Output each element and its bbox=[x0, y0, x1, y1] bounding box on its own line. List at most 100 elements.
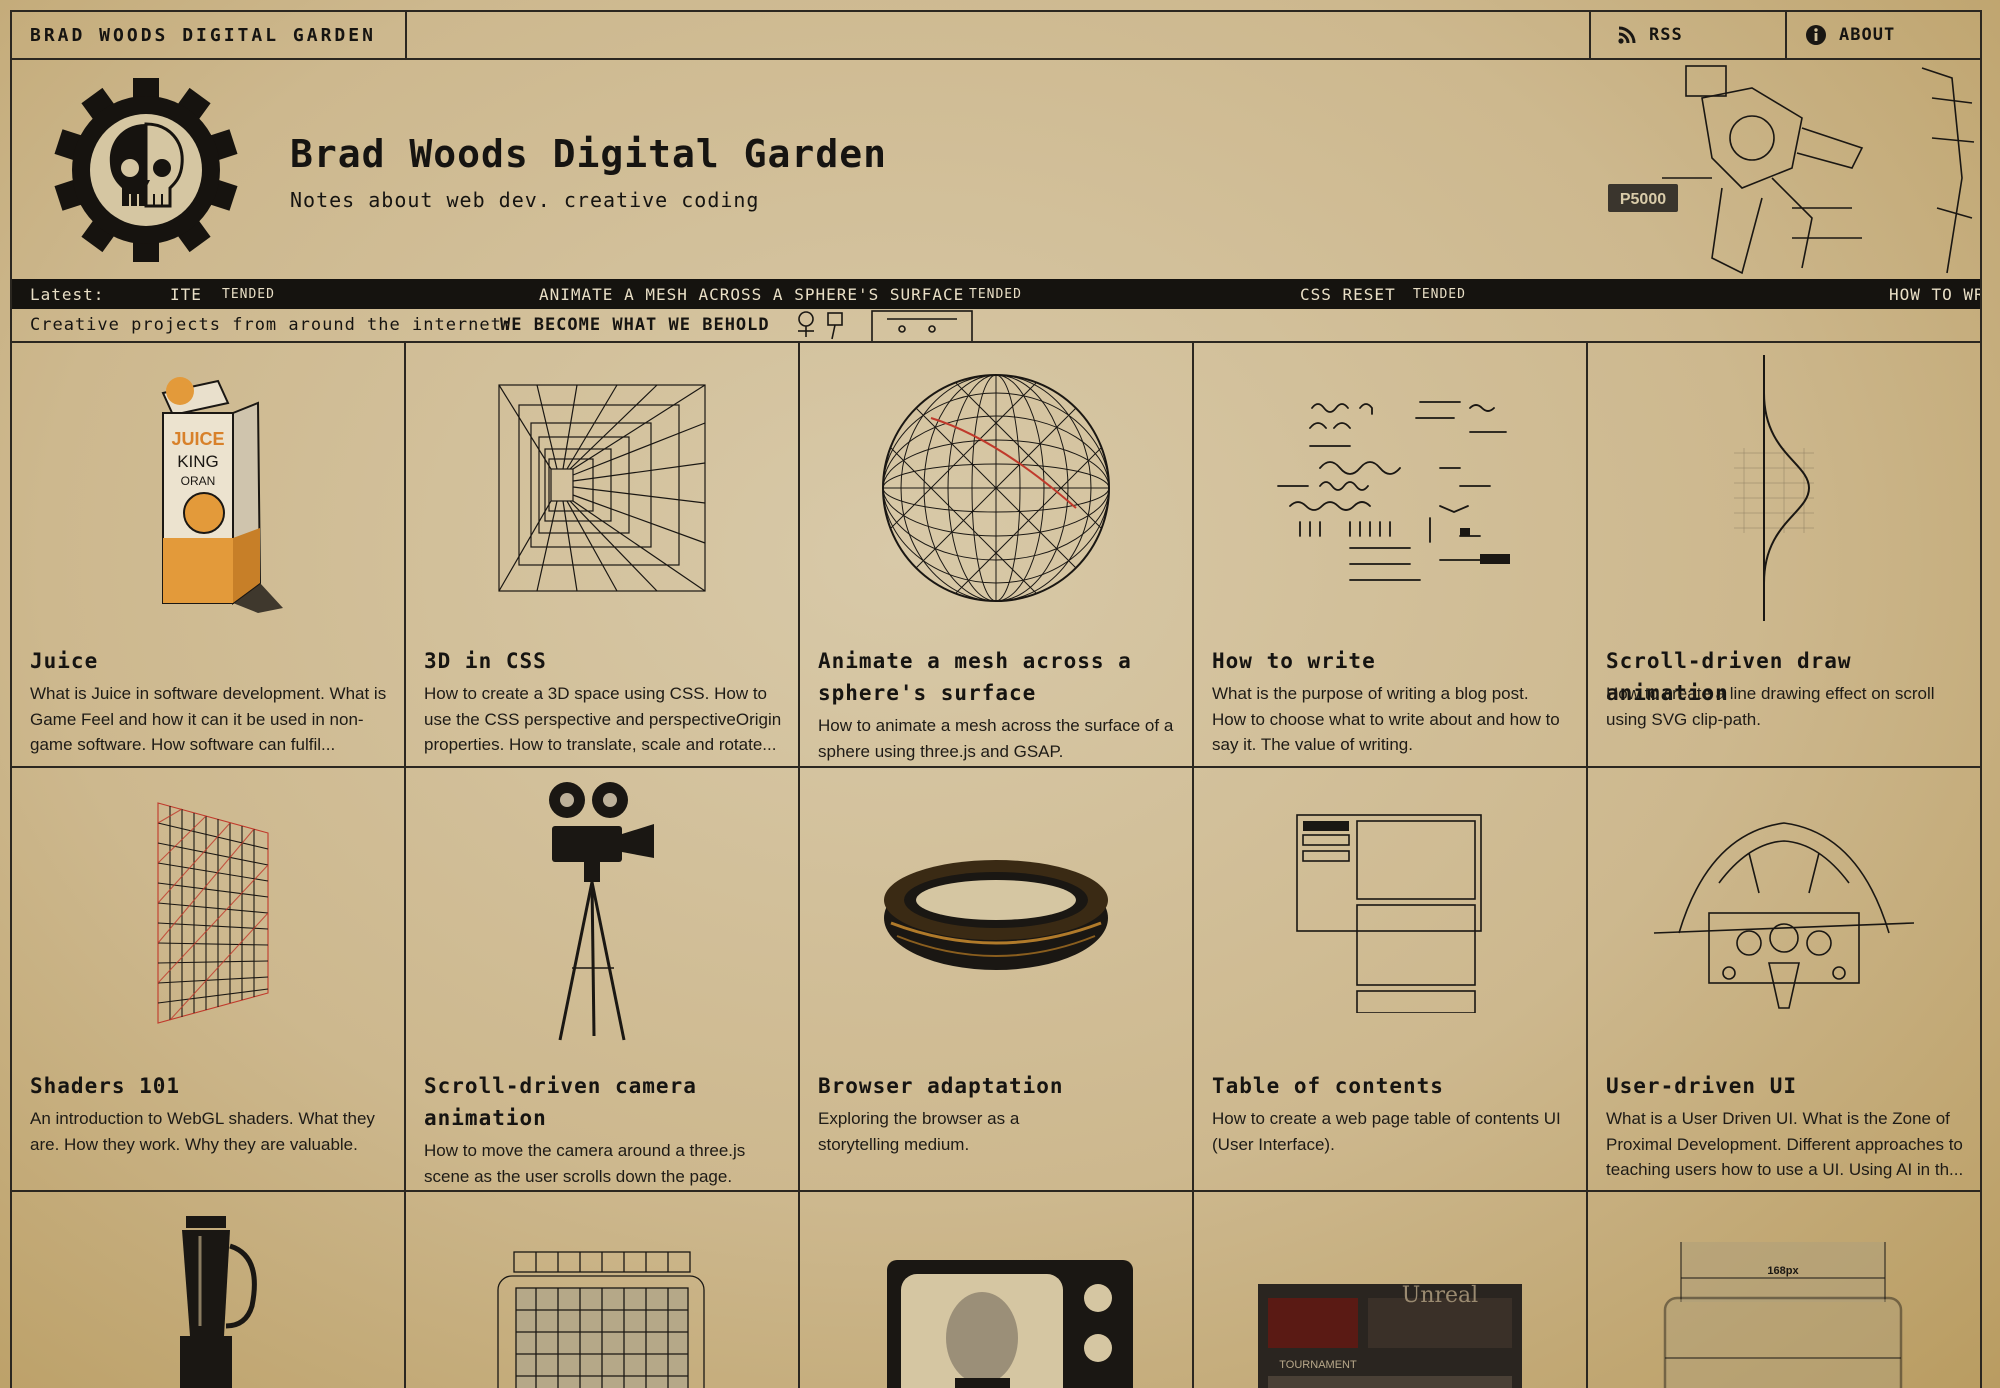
article-card[interactable]: 168px bbox=[1588, 1192, 1980, 1388]
description-line: An introduction to WebGL shaders. What t… bbox=[30, 1109, 375, 1128]
mech-illustration: P5000 bbox=[1608, 65, 1975, 275]
description-line: use the CSS perspective and perspectiveO… bbox=[424, 709, 782, 729]
latest-item-title[interactable]: HOW TO WR bbox=[1889, 285, 1980, 304]
description-line: Game Feel and how it can it be used in n… bbox=[30, 709, 364, 729]
description-line: How to create a line drawing effect on s… bbox=[1606, 684, 1935, 703]
description-line: sphere using three.js and GSAP. bbox=[818, 741, 1064, 761]
description-line: game software. How software can fulfil..… bbox=[30, 735, 336, 754]
description-line: are. How they work. Why they are valuabl… bbox=[30, 1134, 358, 1154]
creative-label: Creative projects from around the intern… bbox=[30, 315, 514, 335]
card-description: What is a User Driven UI. What is the Zo… bbox=[1606, 1106, 1971, 1183]
card-description: How to create a 3D space using CSS. How … bbox=[424, 681, 789, 758]
article-card[interactable]: Table of contents How to create a web pa… bbox=[1194, 768, 1588, 1192]
latest-item-title[interactable]: ANIMATE A MESH ACROSS A SPHERE'S SURFACE bbox=[539, 285, 964, 304]
title-line: sphere's surface bbox=[818, 681, 1037, 705]
card-title: Browser adaptation bbox=[818, 1074, 1064, 1098]
description-line: using SVG clip-path. bbox=[1606, 709, 1761, 729]
card-description: What is Juice in software development. W… bbox=[30, 681, 395, 758]
card-title: How to write bbox=[1212, 649, 1376, 673]
keyboard-grid-icon bbox=[497, 1251, 705, 1388]
retro-game-screen-icon: Unreal TOURNAMENT bbox=[1258, 1284, 1522, 1388]
description-line: Proximal Development. Different approach… bbox=[1606, 1134, 1963, 1154]
carton-brand-text: JUICE bbox=[171, 429, 224, 449]
card-description: How to animate a mesh across the surface… bbox=[818, 713, 1183, 764]
latest-item-title[interactable]: CSS RESET bbox=[1300, 285, 1396, 304]
carton-brand-text: ORAN bbox=[181, 474, 216, 488]
blender-icon bbox=[180, 1216, 257, 1388]
site-subtitle: Notes about web dev. creative coding bbox=[290, 188, 760, 212]
description-line: teaching users how to use a UI. Using AI… bbox=[1606, 1160, 1964, 1179]
description-line: How to create a web page table of conten… bbox=[1212, 1109, 1561, 1128]
top-navigation: BRAD WOODS DIGITAL GARDEN RSS ABOUT bbox=[12, 12, 1980, 60]
card-title: Shaders 101 bbox=[30, 1074, 181, 1098]
card-description: An introduction to WebGL shaders. What t… bbox=[30, 1106, 395, 1157]
description-line: How to move the camera around a three.js bbox=[424, 1141, 746, 1160]
description-line: How to choose what to write about and ho… bbox=[1212, 709, 1560, 729]
description-line: What is the purpose of writing a blog po… bbox=[1212, 684, 1529, 703]
page-frame: BRAD WOODS DIGITAL GARDEN RSS ABOUT Brad… bbox=[10, 10, 1982, 1388]
creative-project-link[interactable]: WE BECOME WHAT WE BEHOLD bbox=[500, 315, 770, 335]
card-title: 3D in CSS bbox=[424, 649, 547, 673]
article-card[interactable]: Unreal TOURNAMENT bbox=[1194, 1192, 1588, 1388]
film-camera-icon bbox=[549, 782, 654, 1041]
article-card[interactable]: Shaders 101 An introduction to WebGL sha… bbox=[12, 768, 406, 1192]
description-line: say it. The value of writing. bbox=[1212, 735, 1413, 754]
rss-link[interactable]: RSS bbox=[1589, 12, 1785, 58]
site-header: Brad Woods Digital Garden Notes about we… bbox=[12, 58, 1980, 279]
description-line: (User Interface). bbox=[1212, 1134, 1335, 1154]
latest-label: Latest: bbox=[30, 285, 105, 304]
latest-item-title[interactable]: ITE bbox=[170, 285, 202, 304]
game-screen-subtitle: TOURNAMENT bbox=[1279, 1359, 1357, 1371]
handwriting-glyphs-icon bbox=[1277, 401, 1510, 581]
rss-label: RSS bbox=[1649, 25, 1683, 45]
description-line: storytelling medium. bbox=[818, 1134, 970, 1154]
article-card[interactable]: How to write What is the purpose of writ… bbox=[1194, 343, 1588, 768]
shader-grid-icon bbox=[157, 802, 269, 1024]
card-title: Animate a mesh across a sphere's surface bbox=[818, 645, 1178, 709]
card-title: User-driven UI bbox=[1606, 1074, 1798, 1098]
description-line: Exploring the browser as a bbox=[818, 1109, 1020, 1128]
info-icon bbox=[1806, 25, 1826, 45]
card-description: How to create a line drawing effect on s… bbox=[1606, 681, 1971, 732]
wireframe-sphere-icon bbox=[882, 374, 1110, 602]
bell-curve-icon bbox=[1734, 355, 1814, 621]
title-line: animation bbox=[424, 1106, 547, 1130]
doodle-illustration bbox=[798, 310, 973, 341]
brand-link[interactable]: BRAD WOODS DIGITAL GARDEN bbox=[12, 12, 407, 58]
article-card[interactable]: JUICE KING ORAN Juice What is Juice in s… bbox=[12, 343, 406, 768]
site-title: Brad Woods Digital Garden bbox=[290, 132, 887, 176]
about-label: ABOUT bbox=[1839, 25, 1896, 45]
article-card[interactable] bbox=[406, 1192, 800, 1388]
card-description: Exploring the browser as a storytelling … bbox=[818, 1106, 1183, 1157]
description-line: What is Juice in software development. W… bbox=[30, 684, 387, 703]
card-description: How to create a web page table of conten… bbox=[1212, 1106, 1577, 1157]
title-line: Scroll-driven camera bbox=[424, 1074, 697, 1098]
card-description: How to move the camera around a three.js… bbox=[424, 1138, 789, 1189]
title-line: Animate a mesh across a bbox=[818, 649, 1132, 673]
article-card[interactable]: User-driven UI What is a User Driven UI.… bbox=[1588, 768, 1980, 1192]
carton-brand-text: KING bbox=[177, 452, 219, 471]
article-card[interactable] bbox=[12, 1192, 406, 1388]
perspective-grid-icon bbox=[498, 384, 706, 592]
article-card[interactable]: Scroll-driven camera animation How to mo… bbox=[406, 768, 800, 1192]
dimension-label: 168px bbox=[1767, 1265, 1799, 1277]
article-card[interactable]: Browser adaptation Exploring the browser… bbox=[800, 768, 1194, 1192]
television-icon bbox=[887, 1260, 1133, 1388]
ring-icon bbox=[884, 860, 1108, 970]
table-of-contents-icon bbox=[1296, 814, 1482, 1013]
description-line: How to create a 3D space using CSS. How … bbox=[424, 684, 767, 703]
article-card[interactable]: Animate a mesh across a sphere's surface… bbox=[800, 343, 1194, 768]
article-card[interactable]: Scroll-driven draw animation How to crea… bbox=[1588, 343, 1980, 768]
about-link[interactable]: ABOUT bbox=[1785, 12, 1980, 58]
article-card[interactable] bbox=[800, 1192, 1194, 1388]
rss-icon bbox=[1618, 26, 1636, 44]
latest-item-tag: TENDED bbox=[222, 287, 275, 302]
mech-badge: P5000 bbox=[1620, 191, 1666, 208]
description-line: scene as the user scrolls down the page. bbox=[424, 1166, 733, 1186]
creative-projects-bar: Creative projects from around the intern… bbox=[12, 309, 1980, 343]
description-line: What is a User Driven UI. What is the Zo… bbox=[1606, 1109, 1950, 1128]
latest-item-tag: TENDED bbox=[969, 287, 1022, 302]
dimension-box-icon: 168px bbox=[1663, 1242, 1903, 1388]
juice-carton-icon: JUICE KING ORAN bbox=[161, 377, 283, 613]
article-card[interactable]: 3D in CSS How to create a 3D space using… bbox=[406, 343, 800, 768]
